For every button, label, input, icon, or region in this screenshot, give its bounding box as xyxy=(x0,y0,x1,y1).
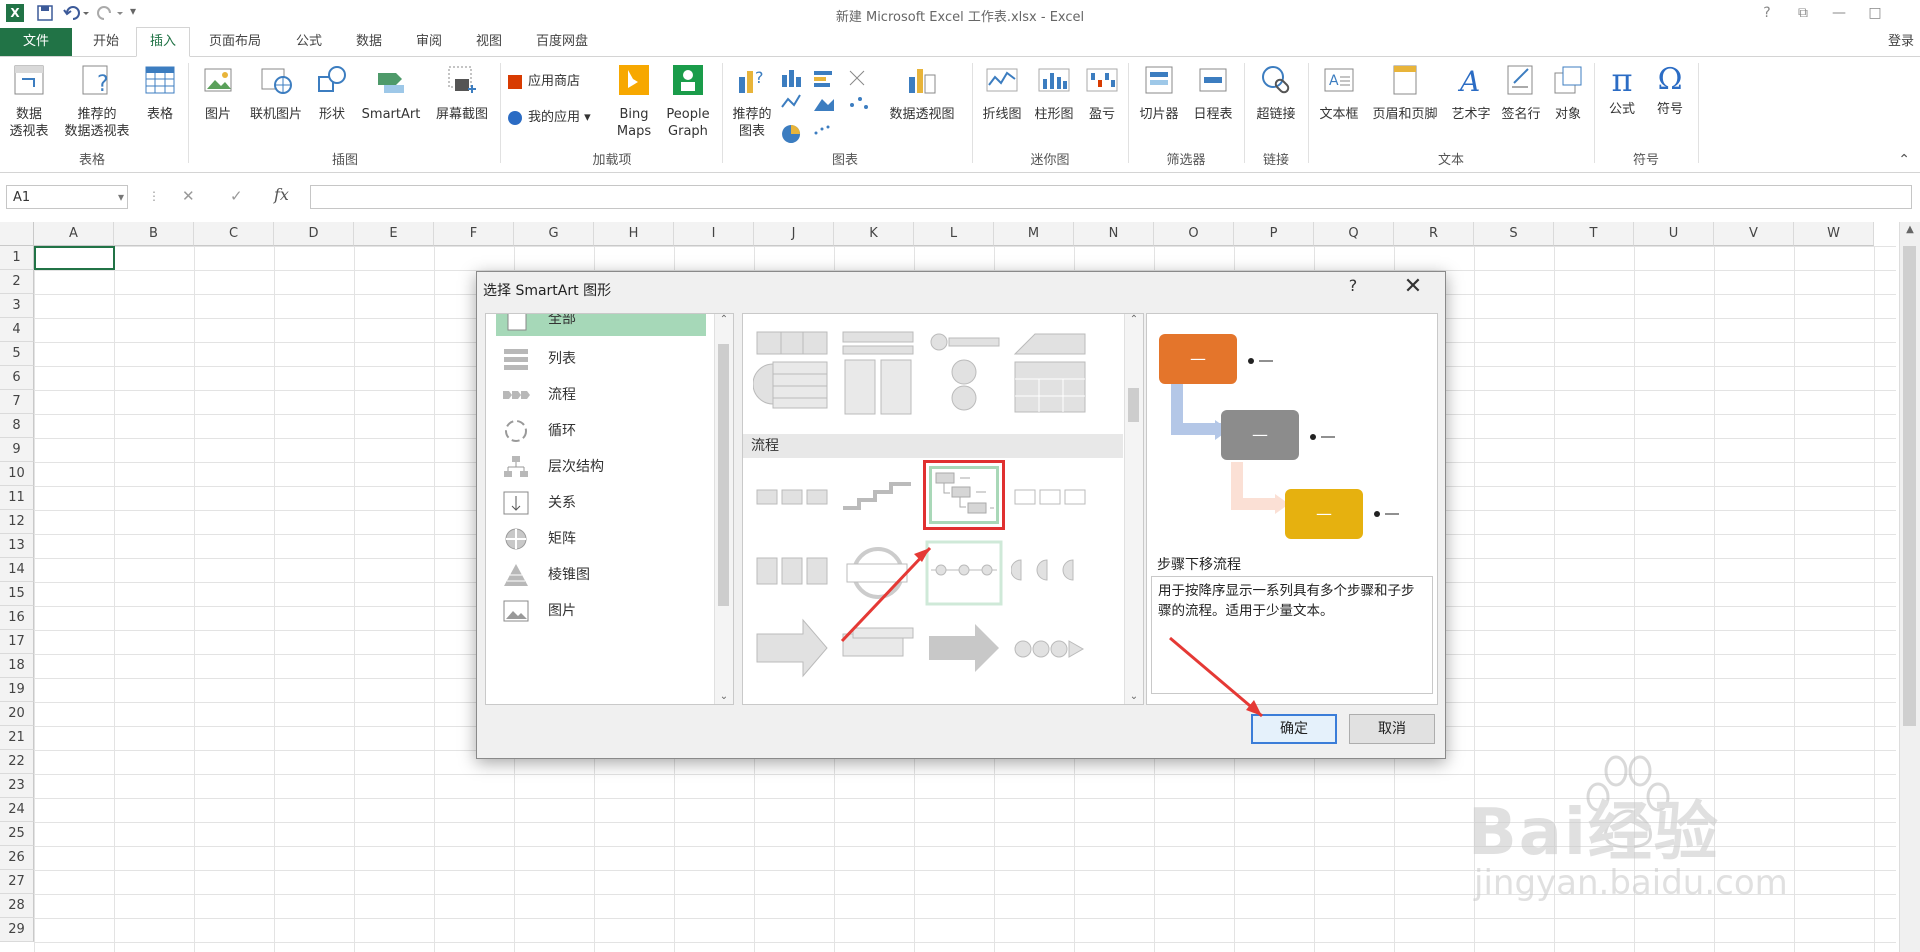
watermark-url: jingyan.baidu.com xyxy=(1474,863,1788,903)
baidu-watermark: Bai经验 jingyan.baidu.com xyxy=(1468,745,1798,945)
watermark-brand: Bai经验 xyxy=(1468,796,1720,870)
